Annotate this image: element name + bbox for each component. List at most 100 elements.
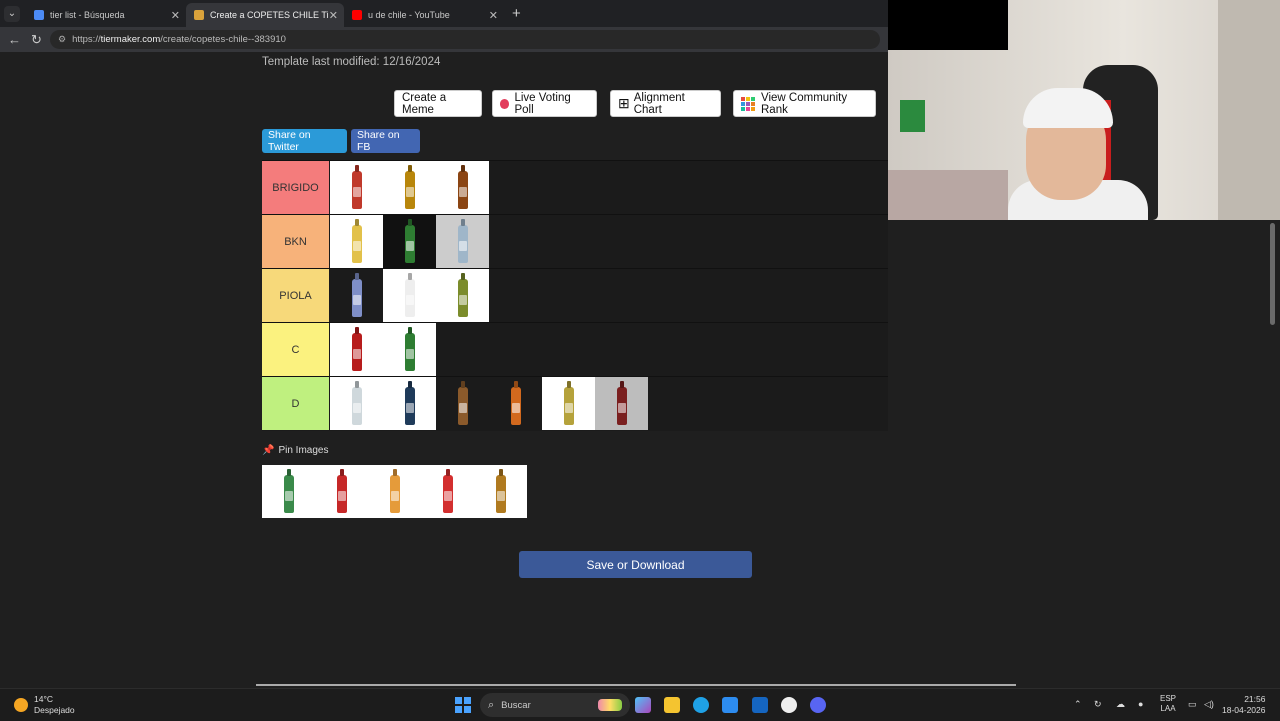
save-label: Save or Download [586,557,685,572]
live-voting-button[interactable]: Live Voting Poll [492,90,597,117]
system-clock[interactable]: 21:56 18-04-2026 [1222,694,1265,716]
room-door [1218,0,1280,220]
tier-item-image[interactable] [595,377,648,430]
tier-item-image[interactable] [436,161,489,214]
tier-label[interactable]: BRIGIDO [262,161,329,214]
bottle-icon [457,171,468,209]
search-favicon-icon [34,10,44,20]
new-tab-button[interactable]: + [512,5,521,22]
weather-temp: 14°C [34,694,53,704]
tier-label[interactable]: BKN [262,215,329,268]
tier-item-image[interactable] [383,269,436,322]
share-twitter-button[interactable]: Share on Twitter [262,129,347,153]
tier-items [330,323,436,376]
chevron-up-icon[interactable]: ⌃ [1074,699,1082,710]
pool-item-image[interactable] [421,465,474,518]
tier-item-image[interactable] [436,269,489,322]
pool-item-image[interactable] [262,465,315,518]
tier-item-image[interactable] [383,377,436,430]
tier-item-image[interactable] [436,215,489,268]
tier-item-image[interactable] [489,377,542,430]
pool-item-image[interactable] [474,465,527,518]
tier-item-image[interactable] [542,377,595,430]
pool-item-image[interactable] [315,465,368,518]
bottle-icon [351,171,362,209]
save-download-button[interactable]: Save or Download [519,551,752,578]
pin-label: Pin Images [278,445,329,456]
pin-images-toggle[interactable]: 📌 Pin Images [262,445,328,456]
chrome-icon[interactable] [781,697,797,713]
tier-item-image[interactable] [330,377,383,430]
taskbar-search[interactable]: ⌕ Buscar [480,693,630,717]
clock-date: 18-04-2026 [1222,705,1266,715]
template-modified: Template last modified: 12/16/2024 [262,56,441,68]
community-rank-button[interactable]: View Community Rank [733,90,876,117]
bottle-icon [404,225,415,263]
tier-item-image[interactable] [330,269,383,322]
weather-widget[interactable]: 14°C Despejado [14,694,75,716]
store-icon[interactable] [722,697,738,713]
sync-icon[interactable]: ↻ [1094,699,1102,710]
tier-item-image[interactable] [383,323,436,376]
alignment-chart-button[interactable]: ⊞ Alignment Chart [610,90,721,117]
tv-screen [888,0,1008,50]
flowers-icon [598,699,622,711]
bottle-icon [404,333,415,371]
bottle-icon [404,171,415,209]
create-meme-label: Create a Meme [402,91,447,116]
close-icon[interactable]: ✕ [171,9,180,22]
tier-item-image[interactable] [330,323,383,376]
outlook-icon[interactable] [752,697,768,713]
pool-item-image[interactable] [368,465,421,518]
alignment-label: Alignment Chart [633,91,685,116]
tier-label[interactable]: PIOLA [262,269,329,322]
tab-tiermaker[interactable]: Create a COPETES CHILE Tier List - ✕ [186,3,344,27]
bottle-icon [351,387,362,425]
tier-item-image[interactable] [383,161,436,214]
tab-search-dropdown[interactable]: ⌄ [4,6,20,22]
discord-icon[interactable] [810,697,826,713]
bottle-icon [510,387,521,425]
tier-item-image[interactable] [383,215,436,268]
network-icon[interactable]: ▭ [1188,699,1197,710]
search-icon: ⌕ [488,698,495,711]
horizontal-scrollbar[interactable] [256,684,1016,686]
url-field[interactable]: ⚙ https://tiermaker.com/create/copetes-ch… [50,30,880,49]
site-info-icon[interactable]: ⚙ [58,30,66,49]
windows-start-icon[interactable] [455,697,471,713]
back-arrow-icon[interactable]: ← [8,32,21,47]
tiermaker-favicon-icon [194,10,204,20]
close-icon[interactable]: ✕ [489,9,498,22]
tab-busqueda[interactable]: tier list - Búsqueda ✕ [26,3,186,27]
bottle-icon [457,279,468,317]
tier-items [330,215,489,268]
reload-icon[interactable]: ↻ [31,32,42,48]
onedrive-icon[interactable]: ☁ [1116,699,1125,710]
create-meme-button[interactable]: Create a Meme [394,90,482,117]
tier-item-image[interactable] [436,377,489,430]
share-fb-button[interactable]: Share on FB [351,129,420,153]
bottle-icon [351,225,362,263]
close-icon[interactable]: ✕ [329,9,338,22]
volume-icon[interactable]: ◁) [1204,699,1214,710]
file-explorer-icon[interactable] [664,697,680,713]
tab-title: Create a COPETES CHILE Tier List - [210,10,328,20]
bottle-icon [404,279,415,317]
scroll-thumb[interactable] [1270,223,1275,325]
url-host: tiermaker.com [100,34,161,45]
unranked-image-pool [262,465,527,518]
youtube-favicon-icon [352,10,362,20]
bottle-icon [389,475,400,513]
vertical-scrollbar[interactable] [1270,220,1276,684]
microphone-icon[interactable]: ● [1138,699,1143,709]
tier-label[interactable]: D [262,377,329,430]
bottle-icon [457,387,468,425]
tier-item-image[interactable] [330,161,383,214]
copilot-icon[interactable] [635,697,651,713]
search-placeholder: Buscar [501,699,531,711]
tier-item-image[interactable] [330,215,383,268]
tab-youtube[interactable]: u de chile - YouTube ✕ [344,3,504,27]
edge-browser-icon[interactable] [693,697,709,713]
language-indicator[interactable]: ESP LAA [1160,694,1176,714]
tier-label[interactable]: C [262,323,329,376]
